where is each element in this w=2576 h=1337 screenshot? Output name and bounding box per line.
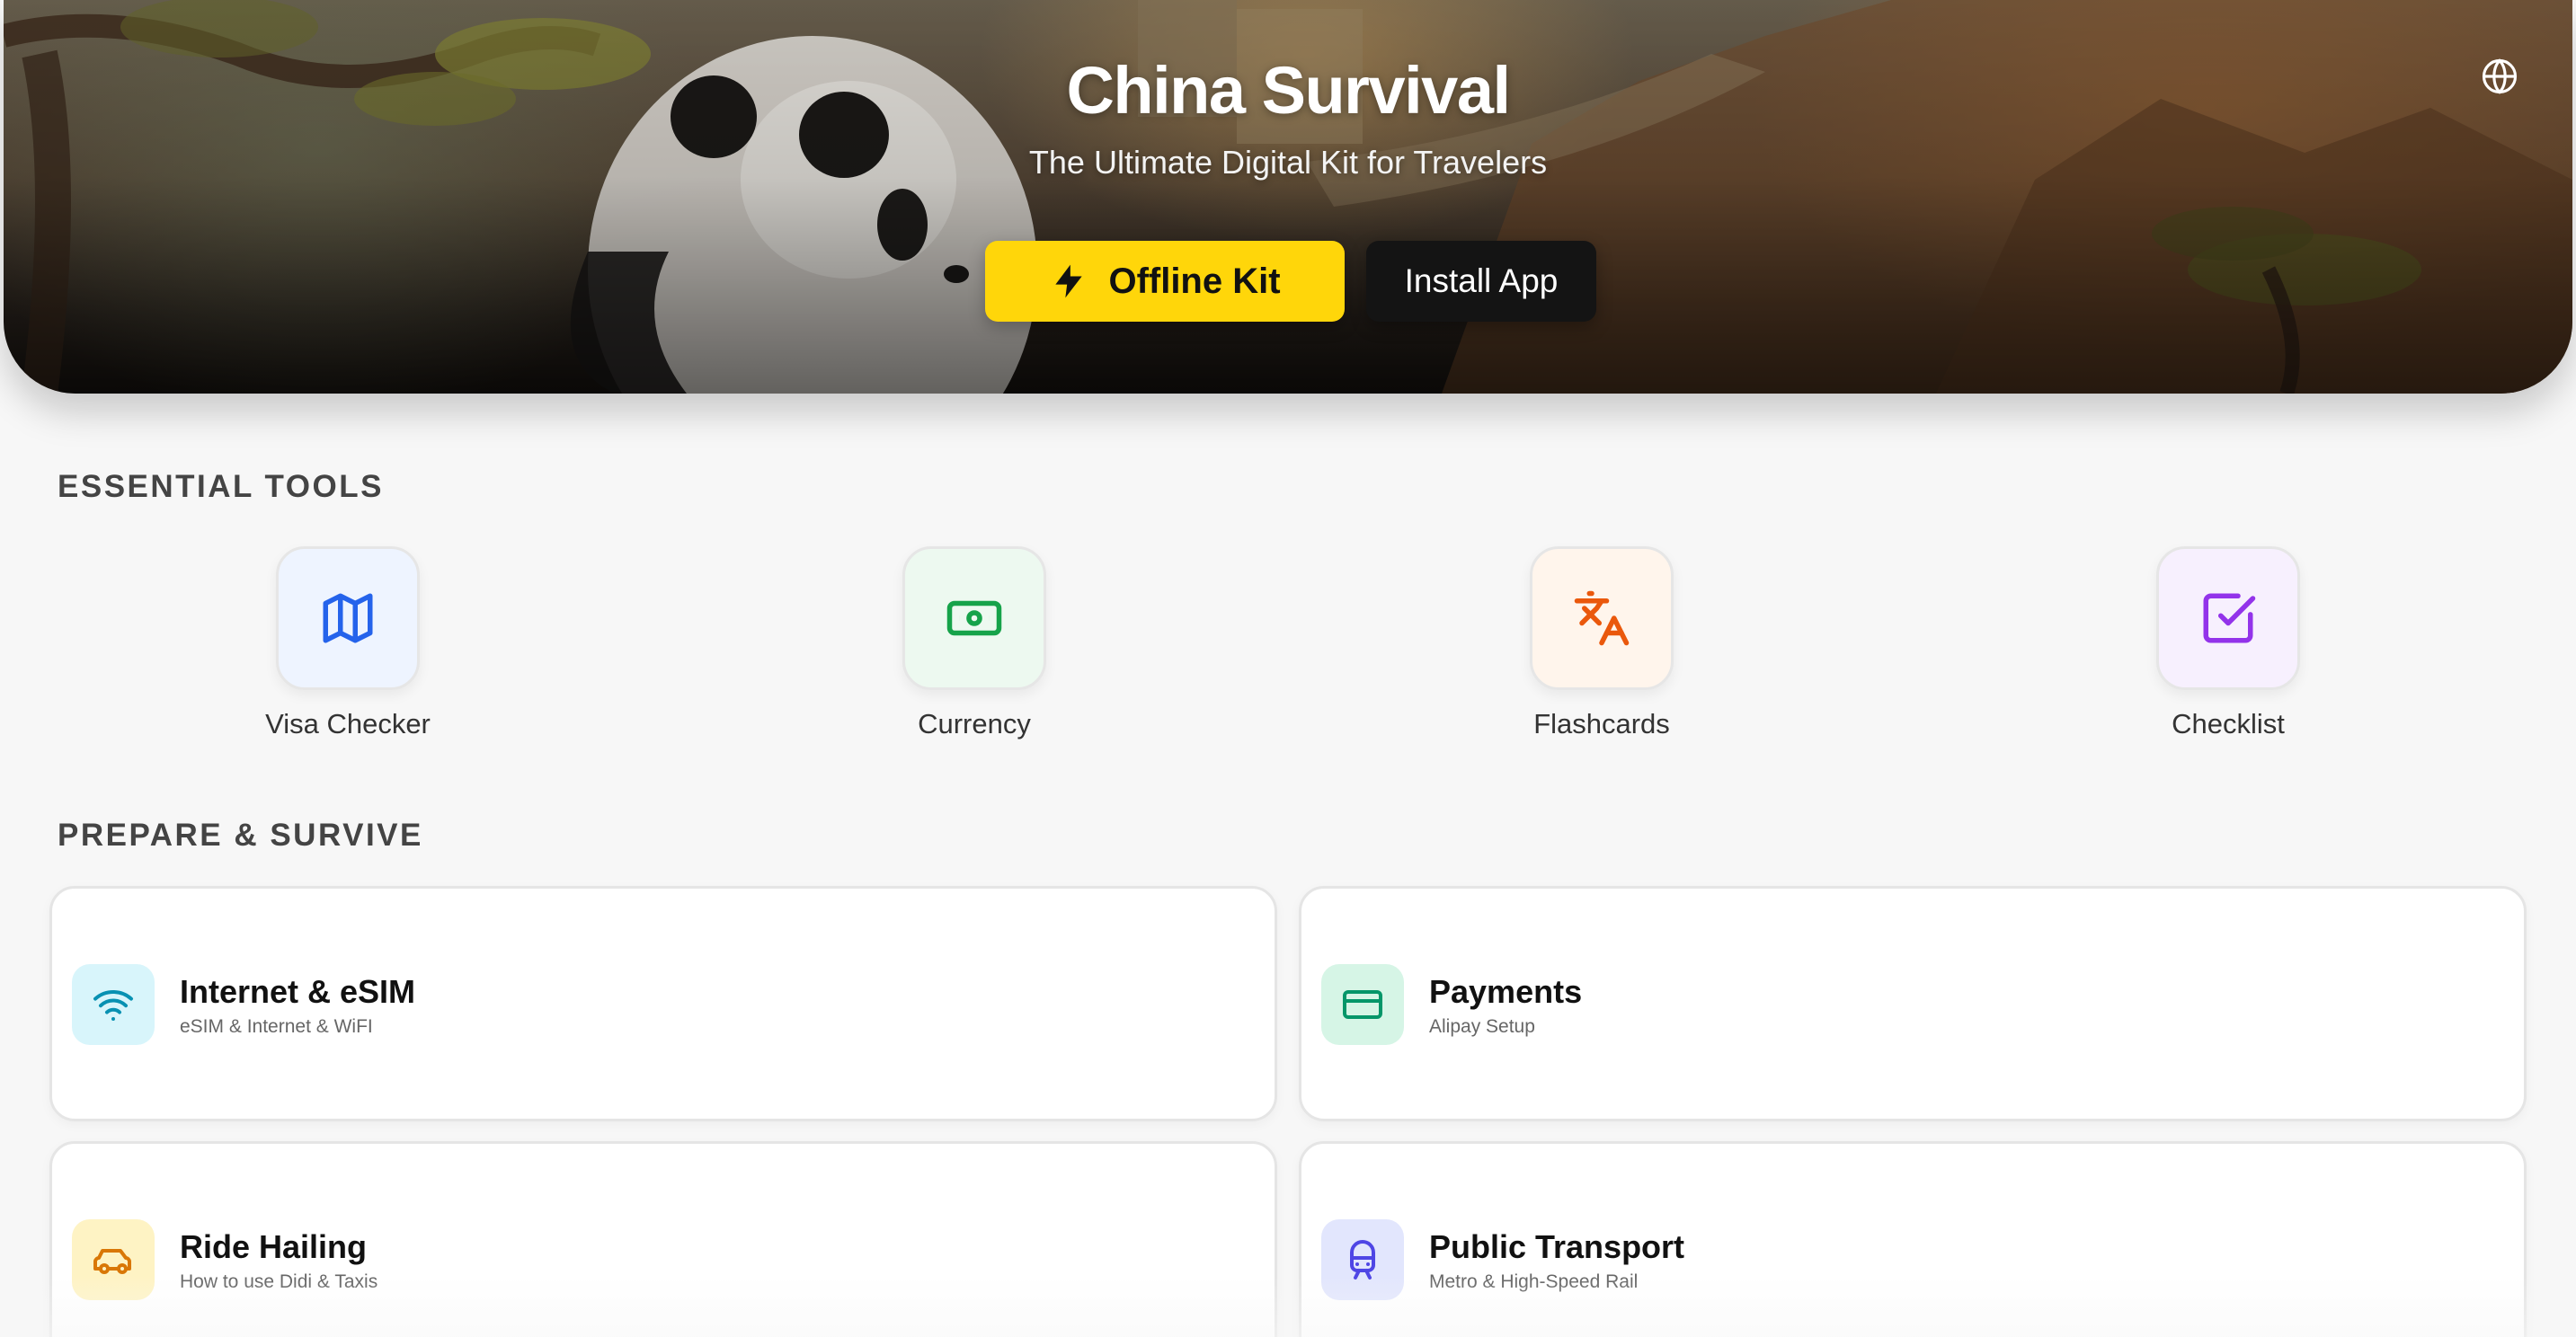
- card-internet-esim[interactable]: Internet & eSIM eSIM & Internet & WiFI: [49, 886, 1277, 1121]
- tool-label: Currency: [918, 708, 1031, 739]
- map-icon: [323, 593, 373, 643]
- checkbox-icon: [2203, 593, 2256, 643]
- install-app-button[interactable]: Install App: [1366, 241, 1596, 322]
- card-subtitle: How to use Didi & Taxis: [180, 1271, 378, 1292]
- card-ride-hailing[interactable]: Ride Hailing How to use Didi & Taxis: [49, 1141, 1277, 1337]
- tool-tile: [2156, 546, 2300, 690]
- car-icon: [93, 1249, 131, 1274]
- card-title: Public Transport: [1429, 1228, 1685, 1265]
- tool-checklist[interactable]: Checklist: [2093, 546, 2363, 740]
- card-payments[interactable]: Payments Alipay Setup: [1299, 886, 2527, 1121]
- wifi-icon: [93, 989, 133, 1021]
- app-subtitle: The Ultimate Digital Kit for Travelers: [1028, 144, 1548, 181]
- card-title: Payments: [1429, 973, 1583, 1010]
- page: China Survival The Ultimate Digital Kit …: [0, 0, 2576, 1337]
- card-icon-bg: [72, 1219, 155, 1300]
- tool-tile: [902, 546, 1046, 690]
- tool-visa-checker[interactable]: Visa Checker: [213, 546, 483, 740]
- card-public-transport[interactable]: Public Transport Metro & High-Speed Rail: [1299, 1141, 2527, 1337]
- offline-kit-label: Offline Kit: [1108, 261, 1281, 301]
- app-title: China Survival: [1066, 53, 1511, 128]
- offline-kit-button[interactable]: Offline Kit: [985, 241, 1345, 322]
- tool-currency[interactable]: Currency: [839, 546, 1109, 740]
- tool-label: Flashcards: [1533, 708, 1670, 739]
- language-button[interactable]: [2479, 56, 2520, 97]
- globe-icon: [2482, 58, 2518, 94]
- card-subtitle: Alipay Setup: [1429, 1016, 1535, 1037]
- tool-tile: [276, 546, 420, 690]
- train-icon: [1350, 1240, 1375, 1279]
- credit-card-icon: [1343, 990, 1382, 1019]
- card-icon-bg: [72, 964, 155, 1045]
- card-icon-bg: [1321, 1219, 1404, 1300]
- prepare-survive-heading: PREPARE & SURVIVE: [58, 818, 423, 853]
- tool-label: Visa Checker: [265, 708, 431, 739]
- essential-tools-heading: ESSENTIAL TOOLS: [58, 469, 384, 504]
- translate-icon: [1574, 590, 1630, 646]
- lightning-icon: [1055, 264, 1083, 298]
- tool-label: Checklist: [2172, 708, 2285, 739]
- card-icon-bg: [1321, 964, 1404, 1045]
- card-subtitle: Metro & High-Speed Rail: [1429, 1271, 1639, 1292]
- card-subtitle: eSIM & Internet & WiFI: [180, 1016, 373, 1037]
- banknote-icon: [946, 600, 1002, 636]
- card-title: Ride Hailing: [180, 1228, 368, 1265]
- tool-flashcards[interactable]: Flashcards: [1467, 546, 1737, 740]
- card-title: Internet & eSIM: [180, 973, 416, 1010]
- install-app-label: Install App: [1404, 262, 1559, 299]
- hero-banner: China Survival The Ultimate Digital Kit …: [4, 0, 2572, 394]
- tool-tile: [1530, 546, 1674, 690]
